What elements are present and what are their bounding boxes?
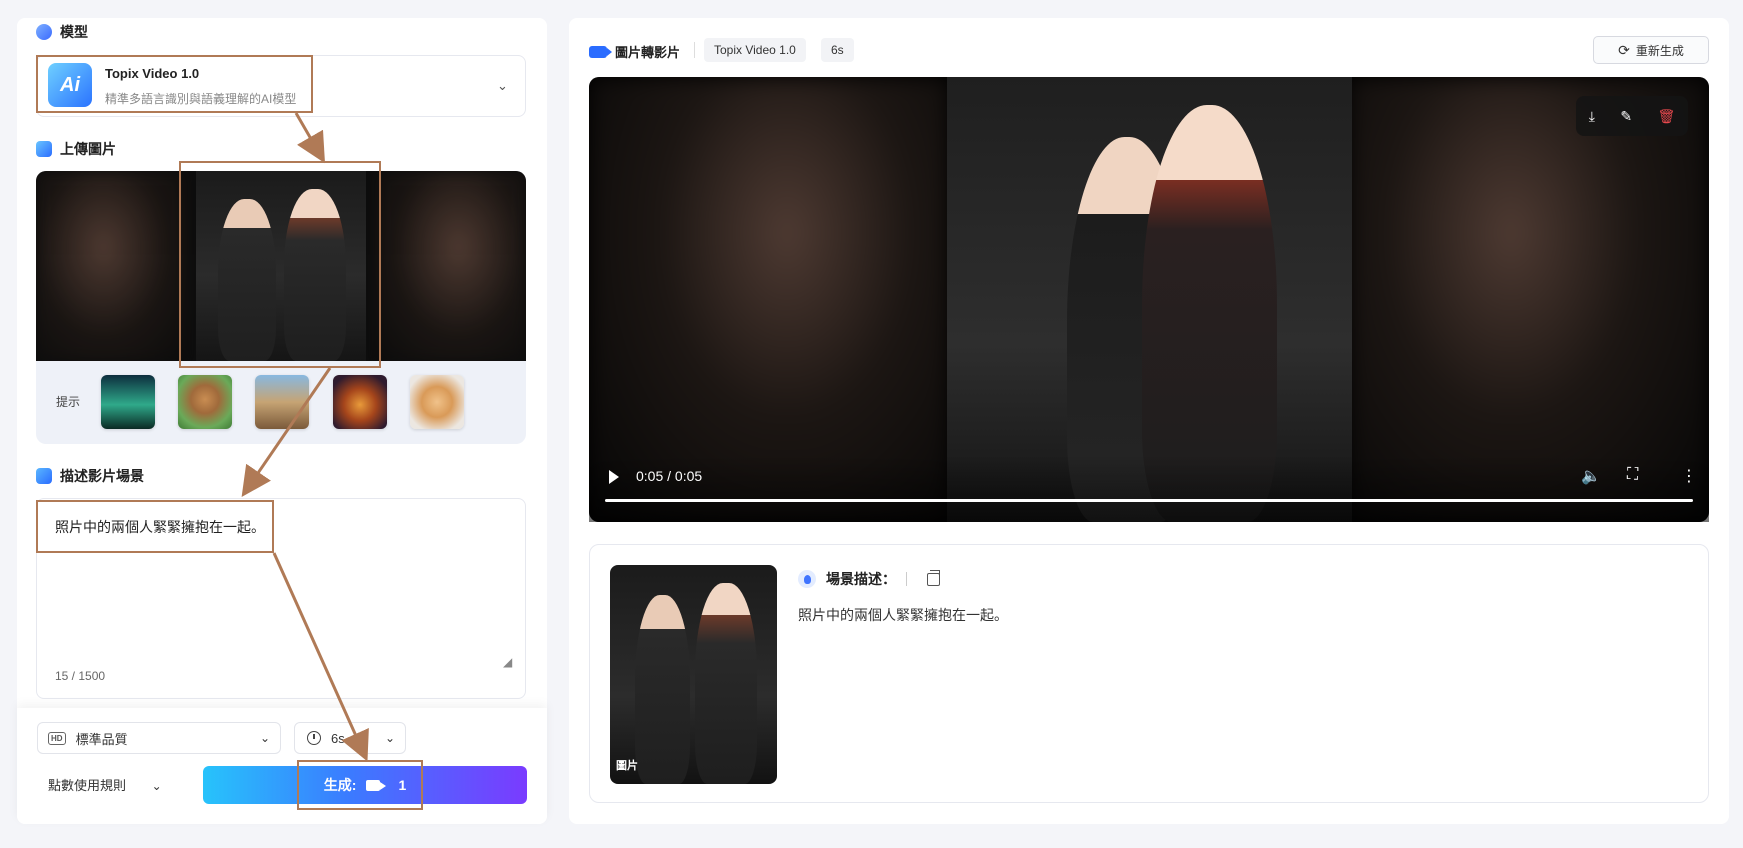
annotation-arrows: [241, 112, 369, 762]
